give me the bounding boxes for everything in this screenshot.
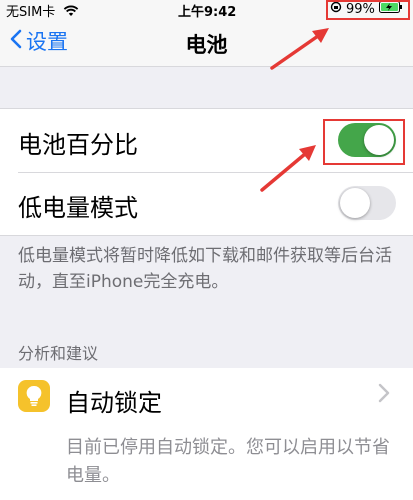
annotation-arrows <box>260 28 329 192</box>
annotation-arrow-status <box>270 28 329 70</box>
annotation-arrow-toggle <box>260 145 316 192</box>
